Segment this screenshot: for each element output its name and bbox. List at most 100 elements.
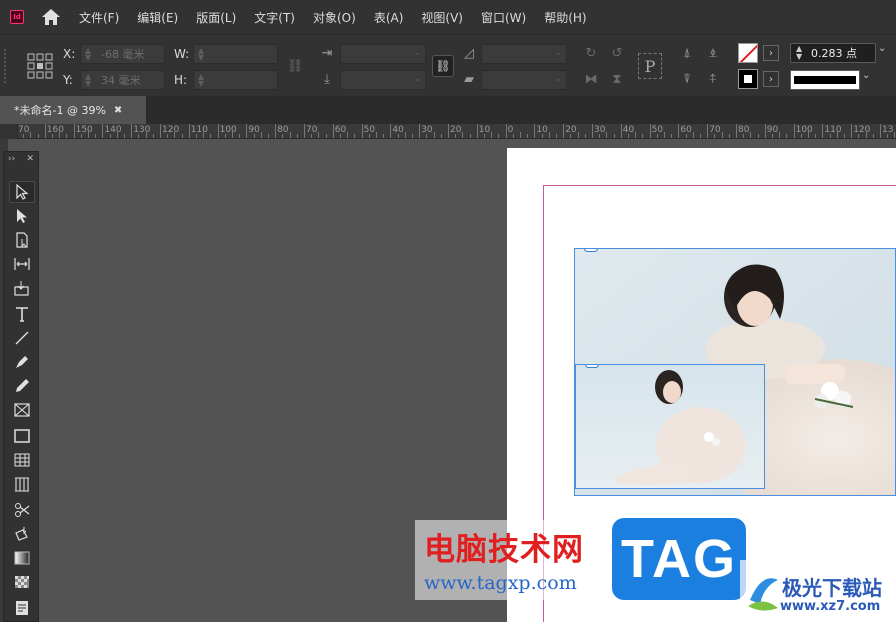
select-next-icon[interactable]: ⍏ (704, 70, 722, 88)
ruler-origin[interactable] (0, 124, 18, 139)
ruler-minor-tick (548, 132, 550, 138)
select-previous-icon[interactable]: ⍎ (704, 44, 722, 62)
gap-tool[interactable] (9, 253, 35, 275)
constrain-proportions-icon[interactable]: ⛓ (286, 57, 304, 75)
ruler-major-tick (764, 124, 766, 138)
menu-table[interactable]: 表(A) (374, 9, 404, 26)
flip-vertical-icon[interactable]: ⧗ (608, 70, 626, 88)
ruler-minor-tick (116, 132, 118, 138)
pen-tool[interactable] (9, 351, 35, 373)
ruler-minor-tick (743, 134, 745, 138)
menu-bar: Id 文件(F) 编辑(E) 版面(L) 文字(T) 对象(O) 表(A) 视图… (0, 0, 896, 34)
ruler-minor-tick (584, 134, 586, 138)
close-panel-icon[interactable]: ✕ (26, 154, 34, 164)
menu-type[interactable]: 文字(T) (254, 9, 295, 26)
x-field[interactable]: ▲ ▼ -68 毫米 (80, 44, 165, 64)
ruler-minor-tick (232, 132, 233, 138)
stroke-type-dropdown[interactable] (790, 70, 860, 90)
panel-grip[interactable] (4, 49, 8, 83)
rectangle-frame-tool[interactable] (9, 399, 35, 421)
rotate-ccw-icon[interactable]: ↺ (608, 44, 626, 62)
rotate-cw-icon[interactable]: ↻ (582, 44, 600, 62)
type-tool[interactable] (9, 303, 35, 325)
grid-tool[interactable] (9, 473, 35, 495)
ruler-minor-tick (174, 132, 176, 138)
stroke-swatch[interactable] (738, 69, 758, 89)
selection-tool[interactable] (9, 181, 35, 203)
ruler-minor-tick (577, 132, 579, 138)
menu-object[interactable]: 对象(O) (313, 9, 356, 26)
pencil-tool[interactable] (9, 375, 35, 397)
ruler-minor-tick (88, 132, 89, 138)
tools-panel-header[interactable]: ›› ✕ (4, 152, 38, 166)
scale-x-dropdown[interactable]: ⌄ (340, 44, 426, 64)
line-tool[interactable] (9, 327, 35, 349)
rotate-angle-dropdown[interactable]: ⌄ (481, 44, 567, 64)
menu-edit[interactable]: 编辑(E) (137, 9, 178, 26)
ruler-minor-tick (23, 134, 25, 138)
document-tab-bar: *未命名-1 @ 39% ✖ (0, 96, 896, 124)
ruler-major-tick (736, 124, 737, 138)
ruler-minor-tick (412, 134, 413, 138)
photo-small (576, 365, 764, 488)
h-field[interactable]: ▲ ▼ (193, 70, 278, 90)
type-tool-icon (16, 307, 28, 322)
stroke-menu-button[interactable]: › (763, 71, 779, 87)
fill-menu-button[interactable]: › (763, 45, 779, 61)
menu-view[interactable]: 视图(V) (421, 9, 463, 26)
menu-help[interactable]: 帮助(H) (544, 9, 586, 26)
gradient-swatch-tool[interactable] (9, 547, 35, 569)
table-tool[interactable] (9, 449, 35, 471)
page-tool[interactable] (9, 229, 35, 251)
scale-y-dropdown[interactable]: ⌄ (340, 70, 426, 90)
stroke-weight-dropdown[interactable]: ⌄ (878, 43, 896, 63)
flip-horizontal-icon[interactable]: ⧓ (582, 70, 600, 88)
ruler-minor-tick (282, 134, 284, 138)
collapse-panel-icon[interactable]: ›› (8, 154, 15, 164)
h-label: H: (174, 73, 188, 87)
control-panel: X: ▲ ▼ -68 毫米 Y: ▲ ▼ 34 毫米 W: ▲ ▼ H: ▲ ▼ ⛓ ⇥ ⌄… (0, 34, 896, 96)
gradient-feather-tool[interactable] (9, 571, 35, 593)
rectangle-tool[interactable] (9, 425, 35, 447)
ruler-minor-tick (786, 134, 788, 138)
shear-angle-dropdown[interactable]: ⌄ (481, 70, 567, 90)
scissors-tool[interactable] (9, 499, 35, 521)
close-tab-icon[interactable]: ✖ (114, 105, 122, 116)
stroke-type-chevron[interactable]: ⌄ (862, 70, 878, 90)
horizontal-ruler[interactable]: 70 160 150 140 130 120 110 100 90 80 70 60 50 40 30 20 1… (0, 124, 896, 139)
w-label: W: (174, 47, 190, 61)
note-icon (16, 601, 28, 615)
reference-point-icon[interactable] (27, 53, 53, 82)
w-field[interactable]: ▲ ▼ (193, 44, 278, 64)
free-transform-tool[interactable] (9, 523, 35, 545)
menu-layout[interactable]: 版面(L) (196, 9, 236, 26)
pen-tool-icon (16, 356, 28, 368)
ruler-minor-tick (714, 134, 716, 138)
ruler-minor-tick (66, 134, 68, 138)
content-link-icon[interactable] (584, 249, 598, 252)
home-button[interactable] (40, 6, 62, 28)
y-field[interactable]: ▲ ▼ 34 毫米 (80, 70, 165, 90)
ruler-tick-label: 150 (75, 125, 93, 135)
document-tab[interactable]: *未命名-1 @ 39% ✖ (0, 96, 146, 124)
ruler-major-tick (649, 124, 651, 138)
link-scale-icon[interactable]: ⛓ (432, 55, 454, 77)
ruler-major-tick (217, 124, 219, 138)
stroke-weight-field[interactable]: ▲ ▼ 0.283 点 (790, 43, 876, 63)
path-orientation-icon[interactable]: P (638, 53, 662, 79)
menu-window[interactable]: 窗口(W) (481, 9, 526, 26)
select-content-icon[interactable]: ⍒ (678, 70, 696, 88)
select-container-icon[interactable]: ⍋ (678, 44, 696, 62)
menu-file[interactable]: 文件(F) (79, 9, 119, 26)
content-collector-icon (14, 281, 29, 296)
image-frame-small[interactable] (575, 364, 765, 489)
ruler-tick-label: 130 (133, 125, 151, 135)
fill-none-swatch[interactable] (738, 43, 758, 63)
content-link-icon[interactable] (585, 365, 599, 368)
content-collector-tool[interactable] (9, 277, 35, 299)
note-tool[interactable] (9, 597, 35, 619)
ruler-major-tick (131, 124, 133, 138)
ruler-minor-tick (750, 132, 752, 138)
shear-angle-icon: ▰ (464, 71, 474, 87)
direct-selection-tool[interactable] (9, 205, 35, 227)
